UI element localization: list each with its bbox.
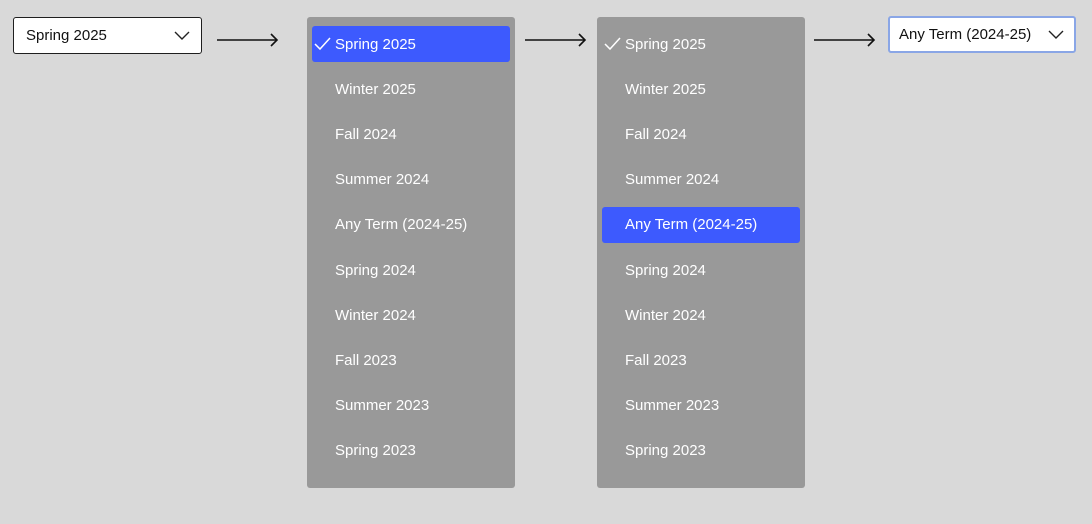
arrow-right-icon: [524, 32, 588, 53]
menu-item-label: Winter 2024: [625, 306, 706, 324]
term-select-updated[interactable]: Any Term (2024-25): [888, 16, 1076, 53]
menu-item-winter-2024[interactable]: Winter 2024: [602, 297, 800, 333]
arrow-right-icon: [216, 32, 280, 53]
menu-item-fall-2023[interactable]: Fall 2023: [602, 342, 800, 378]
menu-item-label: Spring 2023: [335, 442, 416, 460]
menu-item-label: Spring 2024: [335, 261, 416, 279]
menu-item-label: Any Term (2024-25): [625, 216, 758, 234]
menu-item-spring-2023[interactable]: Spring 2023: [602, 433, 800, 469]
menu-item-label: Spring 2024: [625, 261, 706, 279]
menu-item-summer-2024[interactable]: Summer 2024: [602, 162, 800, 198]
menu-item-label: Summer 2024: [625, 171, 720, 189]
menu-item-label: Summer 2023: [335, 397, 430, 415]
checkmark-icon: [604, 37, 621, 51]
menu-item-summer-2024[interactable]: Summer 2024: [312, 162, 510, 198]
menu-item-label: Winter 2025: [335, 80, 416, 98]
menu-item-label: Summer 2024: [335, 171, 430, 189]
term-select-value: Any Term (2024-25): [899, 26, 1032, 43]
menu-item-fall-2024[interactable]: Fall 2024: [602, 116, 800, 152]
term-dropdown-menu-hover: Spring 2025 Winter 2025 Fall 2024 Summer 20…: [597, 17, 805, 488]
term-dropdown-menu-open: Spring 2025 Winter 2025 Fall 2024 Summer 20…: [307, 17, 515, 488]
menu-item-label: Spring 2025: [335, 35, 416, 53]
chevron-down-icon: [1048, 30, 1064, 40]
menu-item-label: Fall 2024: [335, 125, 397, 143]
menu-item-fall-2023[interactable]: Fall 2023: [312, 342, 510, 378]
term-select-closed[interactable]: Spring 2025: [13, 17, 202, 54]
menu-item-winter-2024[interactable]: Winter 2024: [312, 297, 510, 333]
menu-item-winter-2025[interactable]: Winter 2025: [312, 71, 510, 107]
menu-item-label: Fall 2023: [335, 351, 397, 369]
menu-item-summer-2023[interactable]: Summer 2023: [312, 388, 510, 424]
menu-item-spring-2025[interactable]: Spring 2025: [312, 26, 510, 62]
arrow-right-icon: [813, 32, 877, 53]
menu-item-label: Winter 2025: [625, 80, 706, 98]
menu-item-label: Summer 2023: [625, 397, 720, 415]
menu-item-label: Fall 2023: [625, 351, 687, 369]
menu-item-fall-2024[interactable]: Fall 2024: [312, 116, 510, 152]
menu-item-label: Spring 2023: [625, 442, 706, 460]
menu-item-spring-2023[interactable]: Spring 2023: [312, 433, 510, 469]
menu-item-spring-2025[interactable]: Spring 2025: [602, 26, 800, 62]
menu-item-label: Any Term (2024-25): [335, 216, 468, 234]
menu-item-label: Winter 2024: [335, 306, 416, 324]
term-select-value: Spring 2025: [26, 27, 107, 44]
checkmark-icon: [314, 37, 331, 51]
menu-item-any-term-2024-25[interactable]: Any Term (2024-25): [602, 206, 800, 243]
menu-item-any-term-2024-25[interactable]: Any Term (2024-25): [312, 207, 510, 243]
menu-item-label: Spring 2025: [625, 35, 706, 53]
chevron-down-icon: [174, 31, 190, 41]
menu-item-summer-2023[interactable]: Summer 2023: [602, 388, 800, 424]
menu-item-winter-2025[interactable]: Winter 2025: [602, 71, 800, 107]
menu-item-spring-2024[interactable]: Spring 2024: [602, 252, 800, 288]
menu-item-spring-2024[interactable]: Spring 2024: [312, 252, 510, 288]
menu-item-label: Fall 2024: [625, 125, 687, 143]
